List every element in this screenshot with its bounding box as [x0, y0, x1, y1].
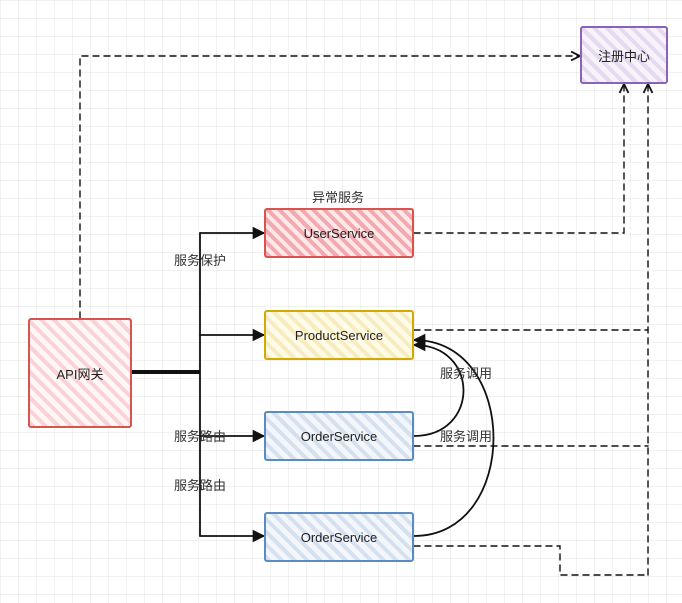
node-registry-label: 注册中心	[598, 46, 650, 65]
label-service-route-1: 服务路由	[174, 426, 226, 445]
label-abnormal-service: 异常服务	[312, 187, 364, 206]
node-product-service[interactable]: ProductService	[264, 310, 414, 360]
node-user-service-label: UserService	[304, 226, 375, 241]
node-order-service-1[interactable]: OrderService	[264, 411, 414, 461]
node-user-service[interactable]: UserService	[264, 208, 414, 258]
label-service-invoke-2: 服务调用	[440, 426, 492, 445]
label-service-protect: 服务保护	[174, 250, 226, 269]
node-registry[interactable]: 注册中心	[580, 26, 668, 84]
node-product-service-label: ProductService	[295, 328, 383, 343]
node-order-service-1-label: OrderService	[301, 429, 378, 444]
node-api-gateway-label: API网关	[57, 364, 104, 383]
label-service-route-2: 服务路由	[174, 475, 226, 494]
node-api-gateway[interactable]: API网关	[28, 318, 132, 428]
node-order-service-2-label: OrderService	[301, 530, 378, 545]
label-service-invoke-1: 服务调用	[440, 363, 492, 382]
node-order-service-2[interactable]: OrderService	[264, 512, 414, 562]
diagram-canvas: API网关 注册中心 UserService ProductService Or…	[0, 0, 682, 603]
